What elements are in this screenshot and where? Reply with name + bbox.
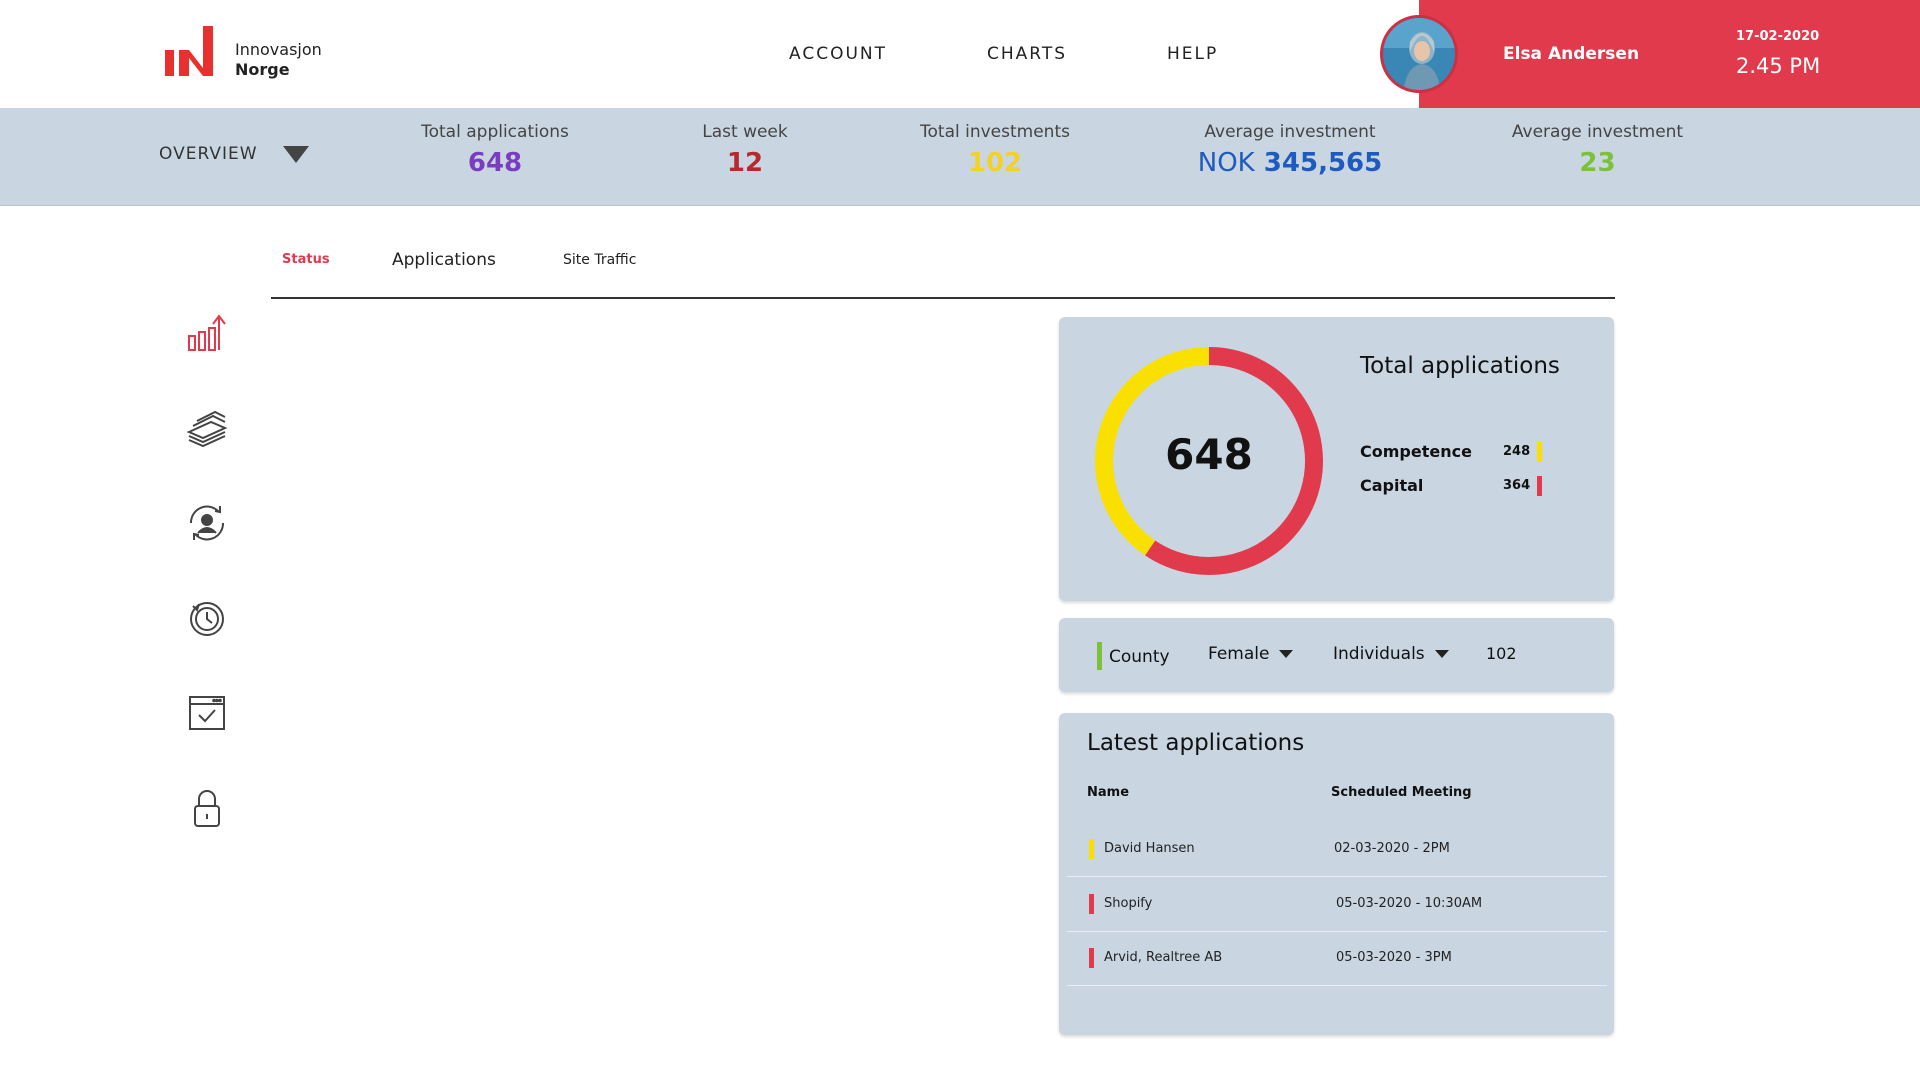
- logo-mark-icon: [165, 26, 213, 76]
- chevron-down-icon: [1434, 650, 1449, 658]
- row-name: Shopify: [1104, 896, 1153, 911]
- row-color-marker: [1089, 948, 1094, 968]
- table-row[interactable]: Shopify 05-03-2020 - 10:30AM: [1067, 878, 1607, 932]
- lock-icon[interactable]: [185, 786, 229, 830]
- stat-value: 648: [467, 148, 523, 178]
- filter-count: 102: [1486, 644, 1517, 663]
- row-meeting: 05-03-2020 - 10:30AM: [1336, 896, 1483, 911]
- tab-site-traffic[interactable]: Site Traffic: [563, 252, 636, 268]
- total-card-title: Total applications: [1360, 353, 1560, 379]
- brand-name: Innovasjon Norge: [235, 40, 322, 80]
- type-dropdown[interactable]: Individuals: [1333, 644, 1449, 664]
- stat-average-investment-nok: Average investment NOK 345,565: [1180, 122, 1400, 178]
- user-sync-icon[interactable]: [185, 501, 229, 545]
- row-color-marker: [1089, 839, 1094, 859]
- latest-card-title: Latest applications: [1087, 730, 1305, 756]
- filter-color-marker: [1097, 642, 1102, 670]
- row-name: Arvid, Realtree AB: [1104, 950, 1223, 965]
- stat-currency: NOK: [1197, 148, 1255, 178]
- tab-applications[interactable]: Applications: [392, 250, 496, 270]
- row-color-marker: [1089, 894, 1094, 914]
- table-row[interactable]: David Hansen 02-03-2020 - 2PM: [1067, 823, 1607, 877]
- type-dropdown-value: Individuals: [1333, 644, 1425, 664]
- stat-value: 12: [726, 148, 764, 178]
- user-name: Elsa Andersen: [1503, 44, 1640, 64]
- legend-item-competence: Competence 248: [1360, 442, 1542, 462]
- chevron-down-icon: [1279, 650, 1294, 658]
- stat-label: Total investments: [920, 122, 1070, 142]
- avatar[interactable]: [1380, 15, 1458, 93]
- row-name: David Hansen: [1104, 841, 1195, 856]
- brand-logo[interactable]: Innovasjon Norge: [165, 26, 335, 82]
- total-applications-card: 648 Total applications Competence 248 Ca…: [1059, 317, 1614, 601]
- gender-dropdown-value: Female: [1208, 644, 1270, 664]
- brand-line-1: Innovasjon: [235, 40, 322, 59]
- stat-label: Total applications: [421, 122, 569, 142]
- stat-total-investments: Total investments 102: [905, 122, 1085, 178]
- current-time: 2.45 PM: [1736, 54, 1821, 78]
- overview-label[interactable]: OVERVIEW: [159, 144, 258, 164]
- row-meeting: 02-03-2020 - 2PM: [1334, 841, 1450, 856]
- county-filter[interactable]: County: [1109, 647, 1170, 667]
- latest-applications-card: Latest applications Name Scheduled Meeti…: [1059, 713, 1614, 1035]
- stat-label: Average investment: [1204, 122, 1376, 142]
- overview-stats-bar: OVERVIEW Total applications 648 Last wee…: [0, 108, 1920, 206]
- stat-value: 102: [967, 148, 1023, 178]
- overview-dropdown-caret-icon[interactable]: [283, 146, 309, 163]
- stat-average-investment: Average investment 23: [1500, 122, 1695, 178]
- brand-line-2: Norge: [235, 60, 290, 79]
- avatar-photo-icon: [1383, 18, 1455, 90]
- legend-value: 364: [1503, 478, 1531, 493]
- stat-value: 23: [1579, 148, 1616, 178]
- stat-total-applications: Total applications 648: [410, 122, 580, 178]
- gender-dropdown[interactable]: Female: [1208, 644, 1294, 664]
- calendar-check-icon[interactable]: [185, 691, 229, 735]
- stat-label: Average investment: [1511, 122, 1684, 142]
- legend-color-marker: [1537, 476, 1542, 496]
- stat-last-week: Last week 12: [665, 122, 825, 178]
- legend-value: 248: [1503, 444, 1531, 459]
- legend-color-marker: [1537, 442, 1542, 462]
- legend-label: Capital: [1360, 476, 1424, 495]
- row-meeting: 05-03-2020 - 3PM: [1336, 950, 1452, 965]
- top-header: Innovasjon Norge ACCOUNT CHARTS HELP Els…: [0, 0, 1920, 108]
- column-header-name: Name: [1087, 785, 1130, 800]
- user-panel: [1419, 0, 1920, 108]
- nav-account[interactable]: ACCOUNT: [789, 44, 887, 64]
- legend-item-capital: Capital 364: [1360, 476, 1542, 496]
- nav-help[interactable]: HELP: [1167, 44, 1218, 64]
- bar-chart-growth-icon[interactable]: [185, 312, 229, 356]
- content-tabs: Status Applications Site Traffic: [271, 242, 1615, 299]
- filter-card: County Female Individuals 102: [1059, 618, 1614, 692]
- donut-total-value: 648: [1165, 430, 1253, 479]
- money-stack-icon[interactable]: [185, 406, 229, 450]
- tab-status[interactable]: Status: [282, 252, 330, 267]
- current-date: 17-02-2020: [1736, 29, 1820, 44]
- column-header-meeting: Scheduled Meeting: [1331, 785, 1472, 800]
- stat-label: Last week: [702, 122, 788, 142]
- stat-amount: 345,565: [1263, 148, 1383, 178]
- stat-value: NOK 345,565: [1180, 148, 1400, 178]
- legend-label: Competence: [1360, 442, 1472, 461]
- nav-charts[interactable]: CHARTS: [987, 44, 1067, 64]
- table-row[interactable]: Arvid, Realtree AB 05-03-2020 - 3PM: [1067, 932, 1607, 986]
- clock-history-icon[interactable]: [185, 596, 229, 640]
